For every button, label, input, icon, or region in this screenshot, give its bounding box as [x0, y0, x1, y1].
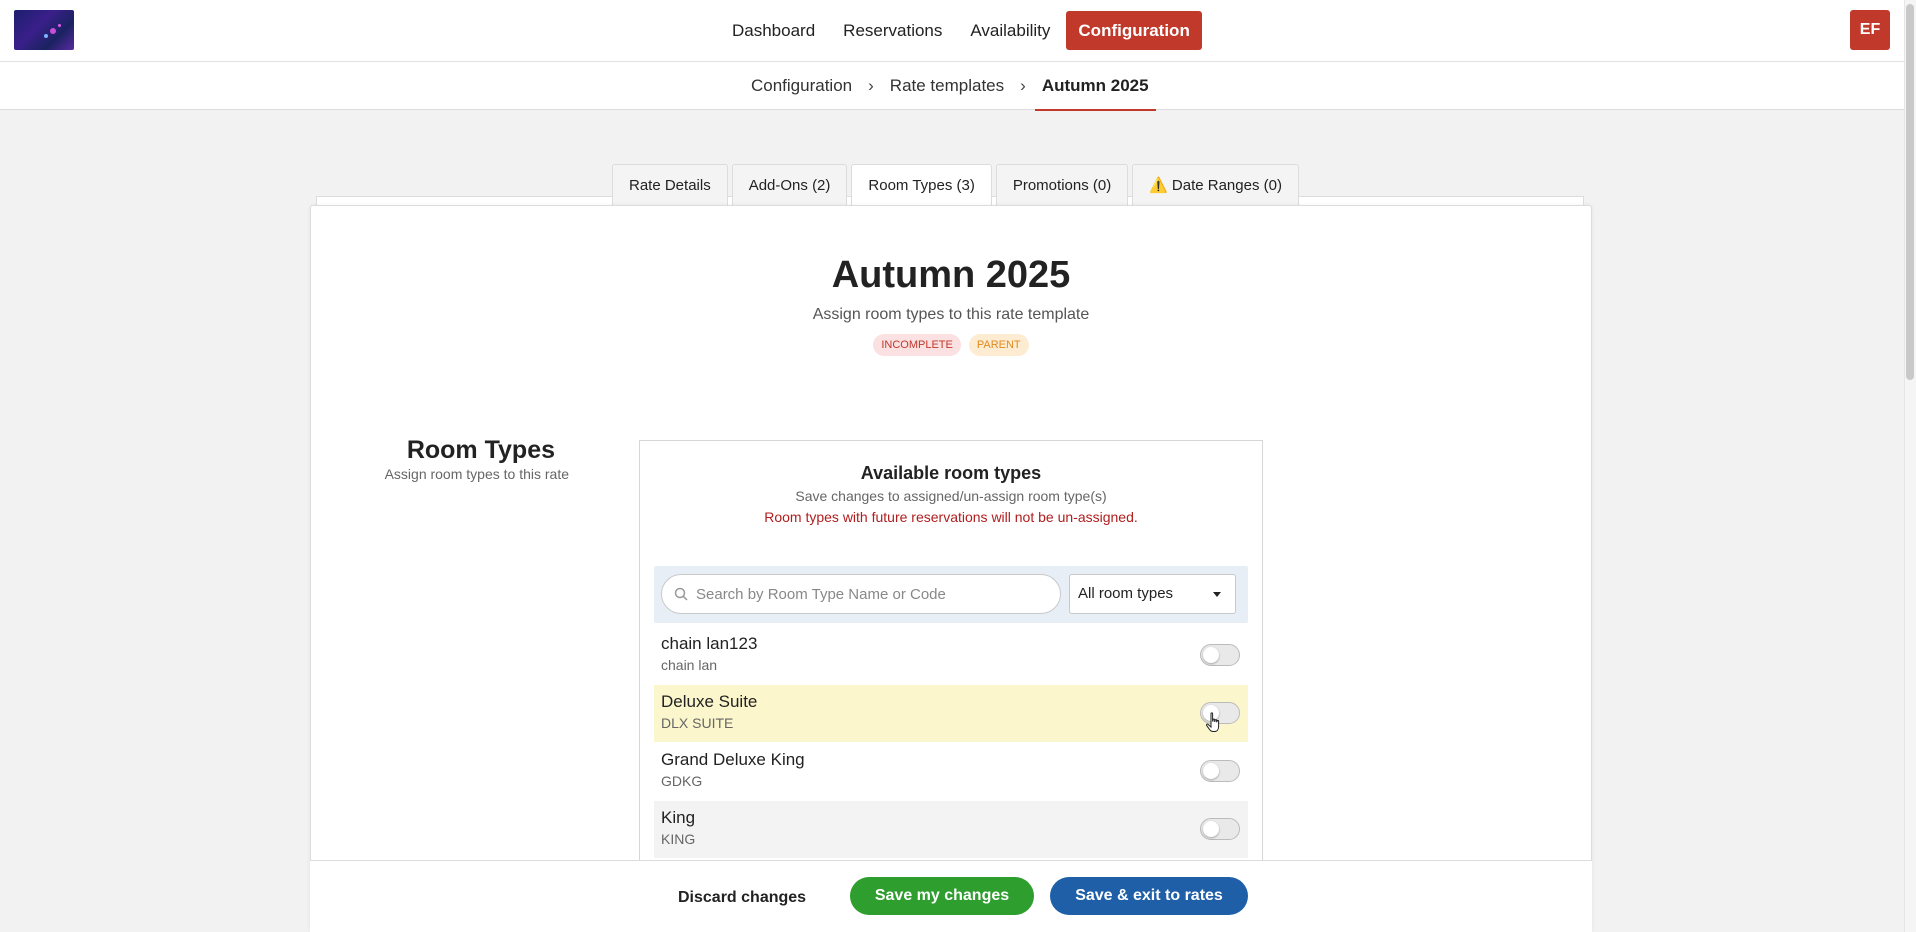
tab-date-ranges-label: Date Ranges (0) — [1171, 177, 1282, 194]
breadcrumb-configuration[interactable]: Configuration — [751, 76, 852, 96]
search-input[interactable] — [696, 575, 1052, 613]
hand-pointer-icon — [1205, 712, 1220, 732]
panel-title: Available room types — [860, 463, 1042, 483]
toggle-knob — [1203, 647, 1219, 663]
assign-toggle[interactable] — [1200, 760, 1240, 782]
room-type-name: chain lan123 — [661, 634, 758, 653]
status-badges: INCOMPLETE PARENT — [311, 334, 1591, 356]
search-icon — [674, 587, 688, 601]
nav-availability[interactable]: Availability — [958, 11, 1062, 50]
rate-tabs: Rate Details Add-Ons (2) Room Types (3) … — [612, 164, 1299, 207]
room-type-name: King — [661, 808, 696, 827]
main-nav: Dashboard Reservations Availability Conf… — [720, 11, 1202, 50]
breadcrumb-bar: Configuration › Rate templates › Autumn … — [0, 62, 1904, 111]
tab-room-types[interactable]: Room Types (3) — [851, 164, 992, 207]
assign-toggle[interactable] — [1200, 818, 1240, 840]
scrollbar-thumb[interactable] — [1906, 4, 1914, 380]
room-types-panel: Available room types Save changes to ass… — [639, 440, 1263, 932]
list-item: Grand Deluxe King GDKG — [654, 743, 1248, 800]
main-card: Autumn 2025 Assign room types to this ra… — [310, 205, 1592, 932]
save-changes-button[interactable]: Save my changes — [850, 877, 1034, 915]
room-type-code: chain lan — [661, 657, 718, 673]
section-title: Room Types — [406, 436, 555, 464]
assign-toggle[interactable] — [1200, 644, 1240, 666]
tab-date-ranges[interactable]: ⚠️ Date Ranges (0) — [1132, 164, 1299, 206]
room-type-name: Grand Deluxe King — [661, 750, 805, 769]
breadcrumb: Configuration › Rate templates › Autumn … — [751, 62, 1156, 111]
tab-add-ons[interactable]: Add-Ons (2) — [731, 164, 848, 206]
page-title: Autumn 2025 — [831, 254, 1071, 296]
save-and-exit-button[interactable]: Save & exit to rates — [1050, 877, 1248, 915]
nav-reservations[interactable]: Reservations — [831, 11, 954, 50]
room-type-filter-value: All room types — [1078, 585, 1174, 602]
section-subtitle: Assign room types to this rate — [384, 466, 569, 482]
room-type-list: chain lan123 chain lan Deluxe Suite DLX … — [654, 627, 1248, 859]
toggle-knob — [1203, 763, 1219, 779]
page-subtitle: Assign room types to this rate template — [812, 306, 1090, 323]
breadcrumb-separator: › — [868, 76, 874, 95]
tab-promotions[interactable]: Promotions (0) — [995, 164, 1129, 206]
user-avatar[interactable]: EF — [1850, 10, 1890, 50]
room-type-code: KING — [661, 831, 696, 847]
chevron-down-icon — [1213, 592, 1221, 597]
list-item: Deluxe Suite DLX SUITE — [654, 685, 1248, 742]
tab-rate-details[interactable]: Rate Details — [612, 164, 728, 206]
list-item: chain lan123 chain lan — [654, 627, 1248, 684]
breadcrumb-separator: › — [1020, 76, 1026, 95]
nav-dashboard[interactable]: Dashboard — [720, 11, 827, 50]
breadcrumb-rate-templates[interactable]: Rate templates — [890, 76, 1004, 96]
panel-subtitle: Save changes to assigned/un-assign room … — [795, 488, 1107, 504]
toggle-knob — [1203, 821, 1219, 837]
room-type-code: GDKG — [661, 773, 703, 789]
breadcrumb-current: Autumn 2025 — [1034, 76, 1156, 111]
room-type-code: DLX SUITE — [661, 715, 734, 731]
brand-logo[interactable] — [14, 10, 74, 50]
action-footer: Discard changes Save my changes Save & e… — [310, 860, 1592, 932]
page-scrollbar[interactable] — [1904, 0, 1916, 932]
status-badge-incomplete: INCOMPLETE — [873, 334, 961, 356]
room-type-name: Deluxe Suite — [661, 692, 758, 711]
discard-changes-button[interactable]: Discard changes — [678, 879, 806, 917]
panel-warning: Room types with future reservations will… — [764, 509, 1138, 525]
room-type-filter-select[interactable]: All room types — [1069, 574, 1236, 614]
nav-configuration[interactable]: Configuration — [1066, 11, 1202, 50]
top-navbar: Dashboard Reservations Availability Conf… — [0, 0, 1904, 62]
filter-bar: All room types — [654, 566, 1248, 623]
search-box — [661, 574, 1061, 614]
list-item: King KING — [654, 801, 1248, 858]
warning-icon: ⚠️ — [1149, 177, 1168, 194]
status-badge-parent: PARENT — [968, 334, 1029, 356]
